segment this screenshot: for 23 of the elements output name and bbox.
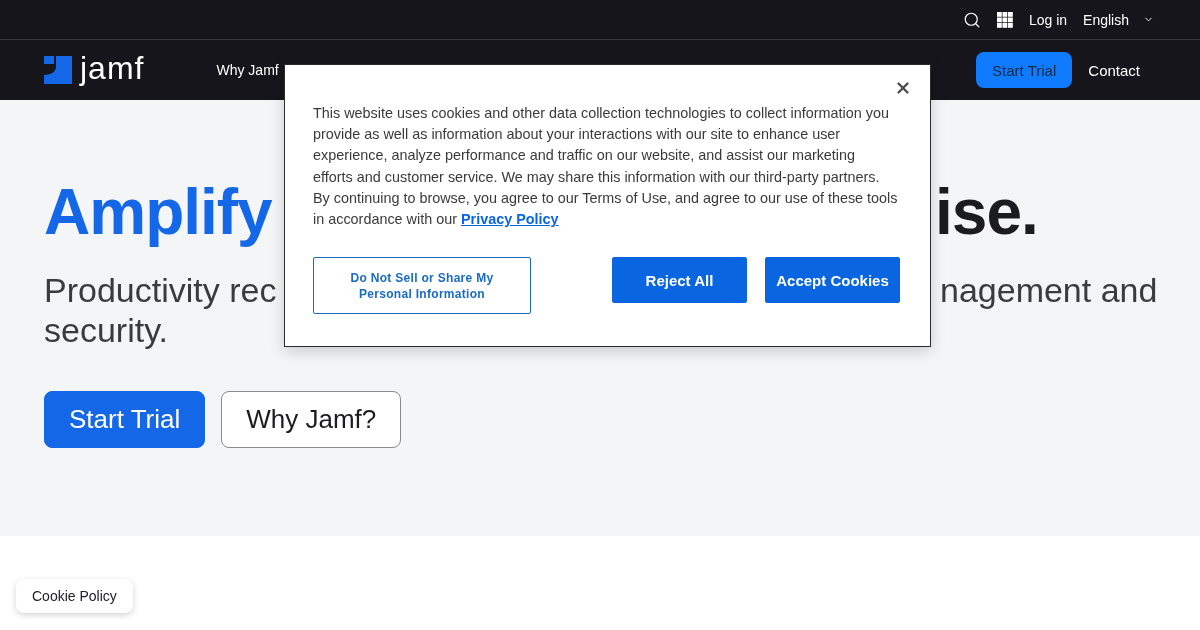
why-jamf-button[interactable]: Why Jamf? [221, 391, 402, 448]
close-icon[interactable] [894, 79, 912, 97]
do-not-sell-button[interactable]: Do Not Sell or Share My Personal Information [313, 257, 531, 315]
hero-heading-text: Amplify [44, 176, 273, 248]
search-icon[interactable] [962, 10, 981, 29]
contact-link[interactable]: Contact [1088, 61, 1140, 79]
cookie-notice-text: This website uses cookies and other data collection technologies to collect information you provide as well as information about your interactions with our site to enhance user experience, analyze performance and traffic on our website, and assist our marketing efforts and customer service. We may share this information with our third-party partners. By continuing to browse, you agree to our Terms of Use, and agree to our use of these tools in accordance with our Privacy Policy [313, 104, 899, 229]
cookie-choice-button[interactable]: Accept Cookies [765, 257, 900, 304]
privacy-policy-link[interactable]: Privacy Policy [461, 211, 559, 227]
logo-mark-icon [44, 56, 72, 84]
hero-heading-text: ise. [935, 176, 1039, 248]
hero-subtitle-text: security. [44, 310, 170, 350]
login-link[interactable]: Log in [1028, 11, 1068, 28]
nav-link[interactable]: Why Jamf [216, 62, 279, 78]
hero-subtitle-text: nagement and [940, 270, 1159, 310]
start-trial-button[interactable]: Start Trial [976, 52, 1073, 88]
language-selector[interactable]: English [1083, 11, 1154, 28]
cookie-policy-button[interactable]: Cookie Policy [16, 579, 133, 613]
cookie-choice-button[interactable]: Reject All [612, 257, 747, 304]
apps-grid-icon[interactable] [996, 11, 1013, 28]
hero-subtitle-text: Productivity rec [44, 270, 278, 310]
start-trial-button[interactable]: Start Trial [44, 391, 206, 448]
logo-wordmark[interactable]: jamf [80, 52, 145, 84]
